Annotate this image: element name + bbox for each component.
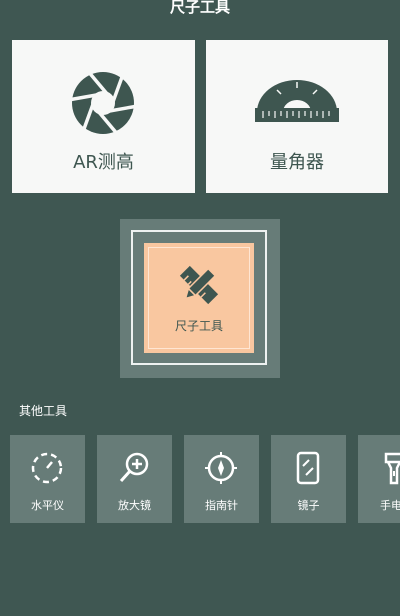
ruler-tool-frame[interactable]: 尺子工具 <box>120 219 280 378</box>
level-icon <box>31 452 63 484</box>
ruler-tool-tile[interactable]: 尺子工具 <box>144 243 254 353</box>
ruler-tool-label: 尺子工具 <box>174 319 223 333</box>
tool-level-label: 水平仪 <box>31 499 64 512</box>
tool-compass[interactable]: 指南针 <box>184 435 259 523</box>
tool-mirror[interactable]: 镜子 <box>271 435 346 523</box>
ar-measure-label: AR测高 <box>73 152 134 173</box>
protractor-card[interactable]: 量角器 <box>206 40 388 193</box>
ruler-pencil-icon <box>179 265 219 305</box>
tool-flashlight[interactable]: 手电 <box>358 435 400 523</box>
ruler-tool-border: 尺子工具 <box>131 230 267 365</box>
app-title: 尺子工具 <box>169 0 230 16</box>
compass-icon <box>205 452 237 484</box>
ar-measure-card[interactable]: AR测高 <box>12 40 195 193</box>
tool-level[interactable]: 水平仪 <box>10 435 85 523</box>
camera-aperture-icon <box>70 72 136 134</box>
magnifier-icon <box>119 452 149 483</box>
other-tools-title: 其他工具 <box>19 404 68 418</box>
flashlight-icon <box>384 452 400 485</box>
tool-mirror-label: 镜子 <box>297 499 320 512</box>
mirror-icon <box>296 451 320 485</box>
protractor-icon <box>255 80 339 122</box>
tool-compass-label: 指南针 <box>205 499 238 512</box>
tool-flashlight-label: 手电 <box>380 499 400 512</box>
tool-magnifier[interactable]: 放大镜 <box>97 435 172 523</box>
protractor-label: 量角器 <box>270 152 324 173</box>
tool-magnifier-label: 放大镜 <box>118 499 151 512</box>
